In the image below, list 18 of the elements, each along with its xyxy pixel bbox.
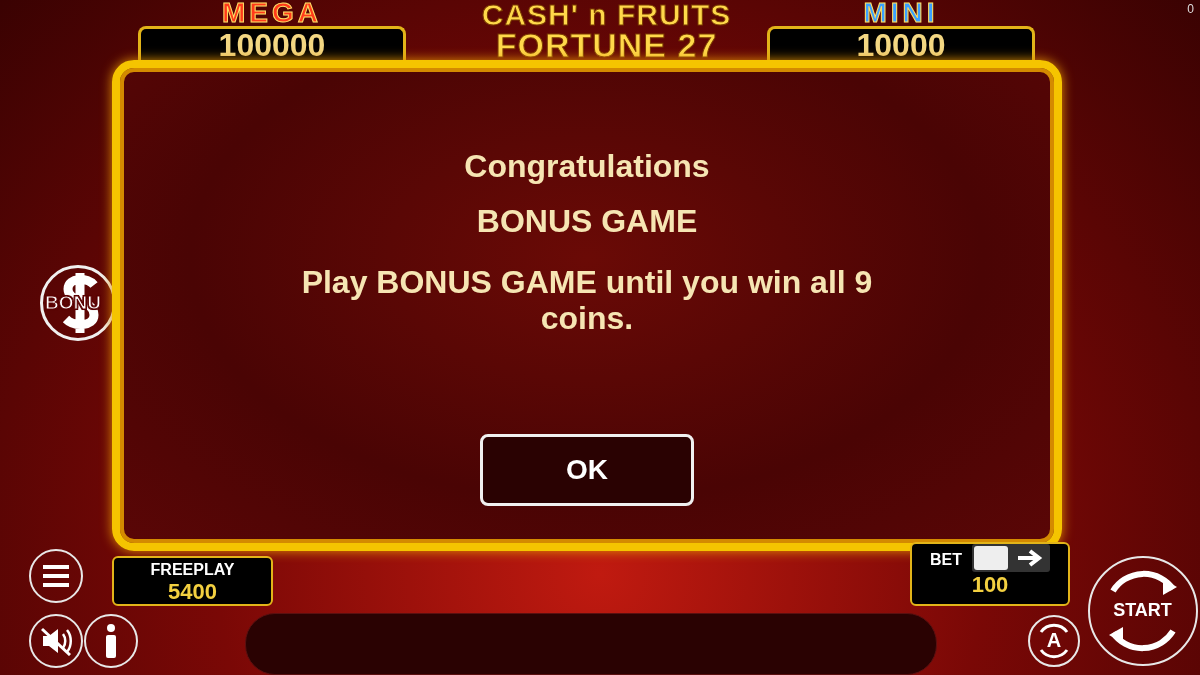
- info-icon[interactable]: [84, 613, 138, 668]
- jackpot-value: 100000: [138, 26, 406, 62]
- jackpot-title: MEGA: [222, 0, 322, 26]
- jackpot-value: 10000: [767, 26, 1035, 62]
- game-logo: CASH' n FRUITS FORTUNE 27: [480, 0, 733, 62]
- dialog-message: Play BONUS GAME until you win all 9 coins.: [300, 264, 874, 336]
- ok-button[interactable]: OK: [480, 434, 694, 506]
- mute-icon[interactable]: [29, 613, 83, 668]
- dialog-subtitle: BONUS GAME: [476, 203, 698, 240]
- dialog-title: Congratulations: [464, 148, 710, 185]
- bet-counter: BET 100: [910, 542, 1070, 606]
- jackpot-title: MINI: [863, 0, 939, 26]
- start-button[interactable]: START: [1087, 555, 1198, 666]
- autoplay-button[interactable]: A: [1028, 614, 1080, 667]
- counter-text: 0: [1187, 2, 1194, 16]
- bet-arrow-button[interactable]: [972, 544, 1050, 572]
- menu-icon[interactable]: [29, 549, 83, 603]
- freeplay-counter: FREEPLAY 5400: [112, 556, 273, 606]
